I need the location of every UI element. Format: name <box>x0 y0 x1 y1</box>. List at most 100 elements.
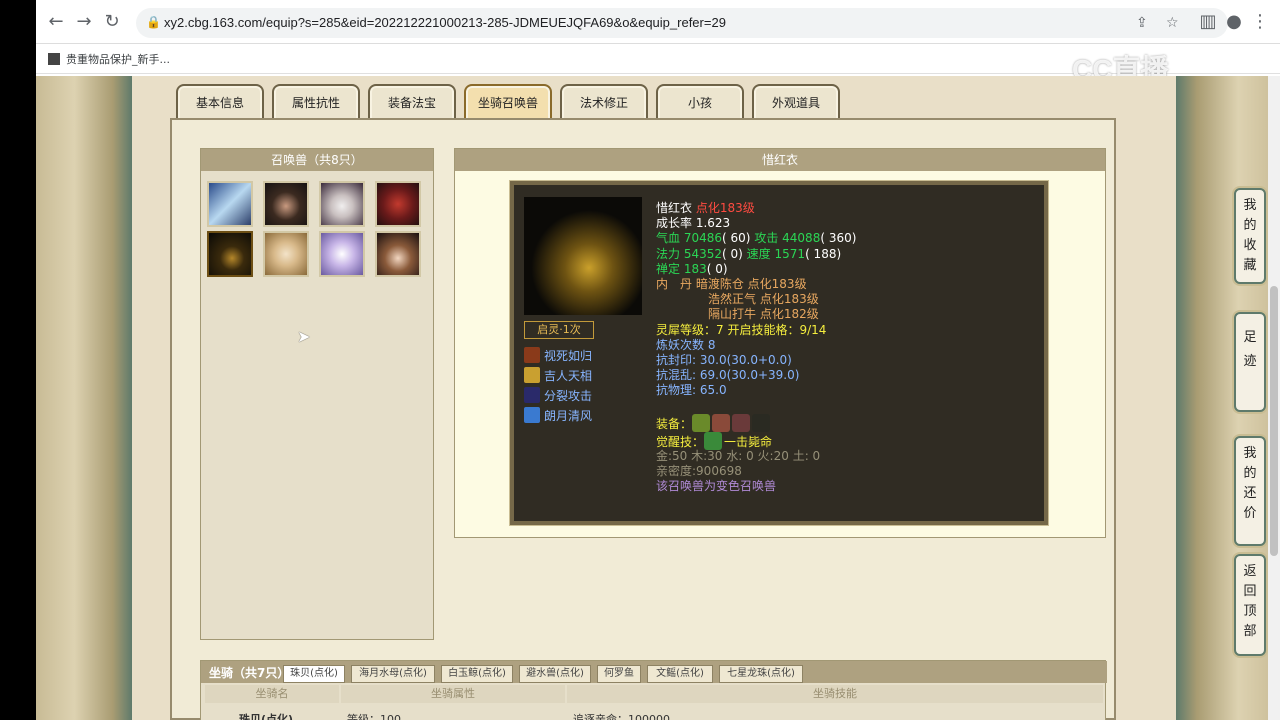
skill-label: 朗月清风 <box>544 409 593 423</box>
mount-tab[interactable]: 何罗鱼 <box>597 665 641 683</box>
page: 基本信息 属性抗性 装备法宝 坐骑召唤兽 法术修正 小孩 外观道具 召唤兽（共8… <box>36 76 1280 720</box>
pet-thumb[interactable] <box>319 231 365 277</box>
equip-icon[interactable] <box>732 413 751 432</box>
neidan-item: 隔山打牛 点化182级 <box>708 307 819 322</box>
atk-label: 攻击 <box>754 231 779 246</box>
pet-growth: 成长率 1.623 <box>656 216 731 231</box>
pet-thumb[interactable] <box>263 231 309 277</box>
mount-tab[interactable]: 七星龙珠(点化) <box>719 665 803 683</box>
mount-header: 坐骑（共7只） 珠贝(点化) 海月水母(点化) 白玉鲸(点化) 避水兽(点化) … <box>201 661 1107 683</box>
my-favorites-button[interactable]: 我的收藏 <box>1234 188 1266 284</box>
skill-icon <box>524 407 540 423</box>
equip-label: 装备： <box>656 416 693 431</box>
skill-item[interactable]: 视死如归 <box>524 347 592 364</box>
pet-thumb[interactable] <box>207 181 253 227</box>
pet-thumb[interactable] <box>319 181 365 227</box>
pet-thumb[interactable] <box>375 181 421 227</box>
mount-tab[interactable]: 海月水母(点化) <box>351 665 435 683</box>
page-scrollbar[interactable] <box>1268 76 1280 720</box>
sidepanel-icon[interactable]: ▥ <box>1198 12 1218 32</box>
pet-stats: 惜红衣 点化183级 成长率 1.623 气血 70486( 60) 攻击 44… <box>656 201 856 494</box>
footprint-label: 足迹 <box>1243 330 1257 369</box>
reload-icon[interactable]: ↻ <box>102 12 122 32</box>
pet-thumb[interactable] <box>375 231 421 277</box>
juexing-skill-icon <box>704 431 723 450</box>
pet-note: 该召唤兽为变色召唤兽 <box>656 479 777 493</box>
tab-mounts-pets[interactable]: 坐骑召唤兽 <box>464 84 552 120</box>
menu-icon[interactable]: ⋮ <box>1250 12 1270 32</box>
mount-tab[interactable]: 文鳐(点化) <box>647 665 713 683</box>
five-elements: 金:50 木:30 水: 0 火:20 土: 0 <box>656 448 821 463</box>
mount-title: 坐骑（共7只） <box>209 666 290 680</box>
share-icon[interactable]: ⇪ <box>1136 15 1148 31</box>
equip-icon[interactable] <box>692 413 711 432</box>
pet-detail-panel: 惜红衣 启灵·1次 视死如归 吉人天相 分裂攻击 朗月清风 惜红衣 点化183级… <box>454 148 1106 538</box>
skill-icon <box>524 367 540 383</box>
tab-children[interactable]: 小孩 <box>656 84 744 120</box>
back-to-top-button[interactable]: 返回顶部 <box>1234 554 1266 656</box>
awaken-badge: 启灵·1次 <box>524 321 594 339</box>
url-text[interactable]: xy2.cbg.163.com/equip?s=285&eid=20221222… <box>164 15 726 30</box>
tab-attributes[interactable]: 属性抗性 <box>272 84 360 120</box>
mount-tab[interactable]: 珠贝(点化) <box>283 665 345 683</box>
skill-label: 分裂攻击 <box>544 389 593 403</box>
lingxi-level: 灵犀等级：7 开启技能格：9/14 <box>656 322 827 337</box>
mount-row-level: 等级：100 <box>347 713 401 720</box>
pet-name: 惜红衣 <box>656 201 693 215</box>
mount-row-skill: 追逐亲命：100000 <box>573 713 670 720</box>
skill-icon <box>524 387 540 403</box>
skill-icon <box>524 347 540 363</box>
pet-thumb-selected[interactable] <box>207 231 253 277</box>
spd-value: 1571 <box>774 246 806 261</box>
equip-icon[interactable] <box>712 413 731 432</box>
profile-icon[interactable]: ● <box>1224 12 1244 32</box>
pet-list-panel: 召唤兽（共8只） ➤ <box>200 148 434 640</box>
spd-extra: ( 188) <box>805 246 842 261</box>
tab-appearance[interactable]: 外观道具 <box>752 84 840 120</box>
pet-detail-title: 惜红衣 <box>455 149 1105 171</box>
neidan-item: 浩然正气 点化183级 <box>708 292 819 307</box>
footprint-button[interactable]: 足迹 <box>1234 312 1266 412</box>
equip-icon[interactable] <box>752 413 771 432</box>
skill-item[interactable]: 分裂攻击 <box>524 387 592 404</box>
pet-info-card: 启灵·1次 视死如归 吉人天相 分裂攻击 朗月清风 惜红衣 点化183级 成长率… <box>509 180 1049 526</box>
mount-tab[interactable]: 避水兽(点化) <box>519 665 591 683</box>
pet-list-title: 召唤兽（共8只） <box>201 149 433 171</box>
pet-dianhua: 点化183级 <box>695 201 755 215</box>
atk-extra: ( 360) <box>820 231 857 246</box>
hp-extra: ( 60) <box>722 231 751 246</box>
skill-label: 吉人天相 <box>544 369 593 383</box>
forward-icon[interactable]: → <box>74 12 94 32</box>
bookmark-favicon-icon <box>48 53 60 65</box>
my-offers-button[interactable]: 我的还价 <box>1234 436 1266 546</box>
neidan-label: 内 丹 <box>656 276 693 291</box>
tab-basic-info[interactable]: 基本信息 <box>176 84 264 120</box>
back-icon[interactable]: ← <box>46 12 66 32</box>
spd-label: 速度 <box>746 246 771 261</box>
skill-item[interactable]: 吉人天相 <box>524 367 592 384</box>
scrollbar-thumb[interactable] <box>1270 286 1278 556</box>
address-bar[interactable]: 🔒 xy2.cbg.163.com/equip?s=285&eid=202212… <box>136 8 1228 38</box>
mp-extra: ( 0) <box>722 246 743 261</box>
mount-col-name: 坐骑名 <box>205 685 339 703</box>
content-panel: 召唤兽（共8只） ➤ 惜红衣 启灵·1次 视死如归 吉人天相 分裂攻击 朗月清风 <box>170 118 1116 720</box>
back-to-top-label: 返回顶部 <box>1243 564 1257 639</box>
bookmark-star-icon[interactable]: ☆ <box>1166 15 1179 31</box>
atk-value: 44088 <box>782 231 821 246</box>
tab-spell-modifiers[interactable]: 法术修正 <box>560 84 648 120</box>
pet-thumb[interactable] <box>263 181 309 227</box>
mount-col-attr: 坐骑属性 <box>341 685 565 703</box>
intimacy: 亲密度:900698 <box>656 463 742 478</box>
lock-icon: 🔒 <box>146 15 161 29</box>
tab-equipment[interactable]: 装备法宝 <box>368 84 456 120</box>
hp-label: 气血 <box>656 231 681 246</box>
mp-label: 法力 <box>656 246 681 261</box>
resist-seal: 抗封印: 30.0(30.0+0.0) <box>656 352 792 367</box>
skill-item[interactable]: 朗月清风 <box>524 407 592 424</box>
my-offers-label: 我的还价 <box>1243 446 1257 521</box>
mount-tab[interactable]: 白玉鲸(点化) <box>441 665 513 683</box>
juexing-label: 觉醒技： <box>656 434 705 449</box>
bookmark-item[interactable]: 贵重物品保护_新手... <box>48 51 170 67</box>
skill-label: 视死如归 <box>544 349 593 363</box>
pet-portrait <box>524 197 642 315</box>
